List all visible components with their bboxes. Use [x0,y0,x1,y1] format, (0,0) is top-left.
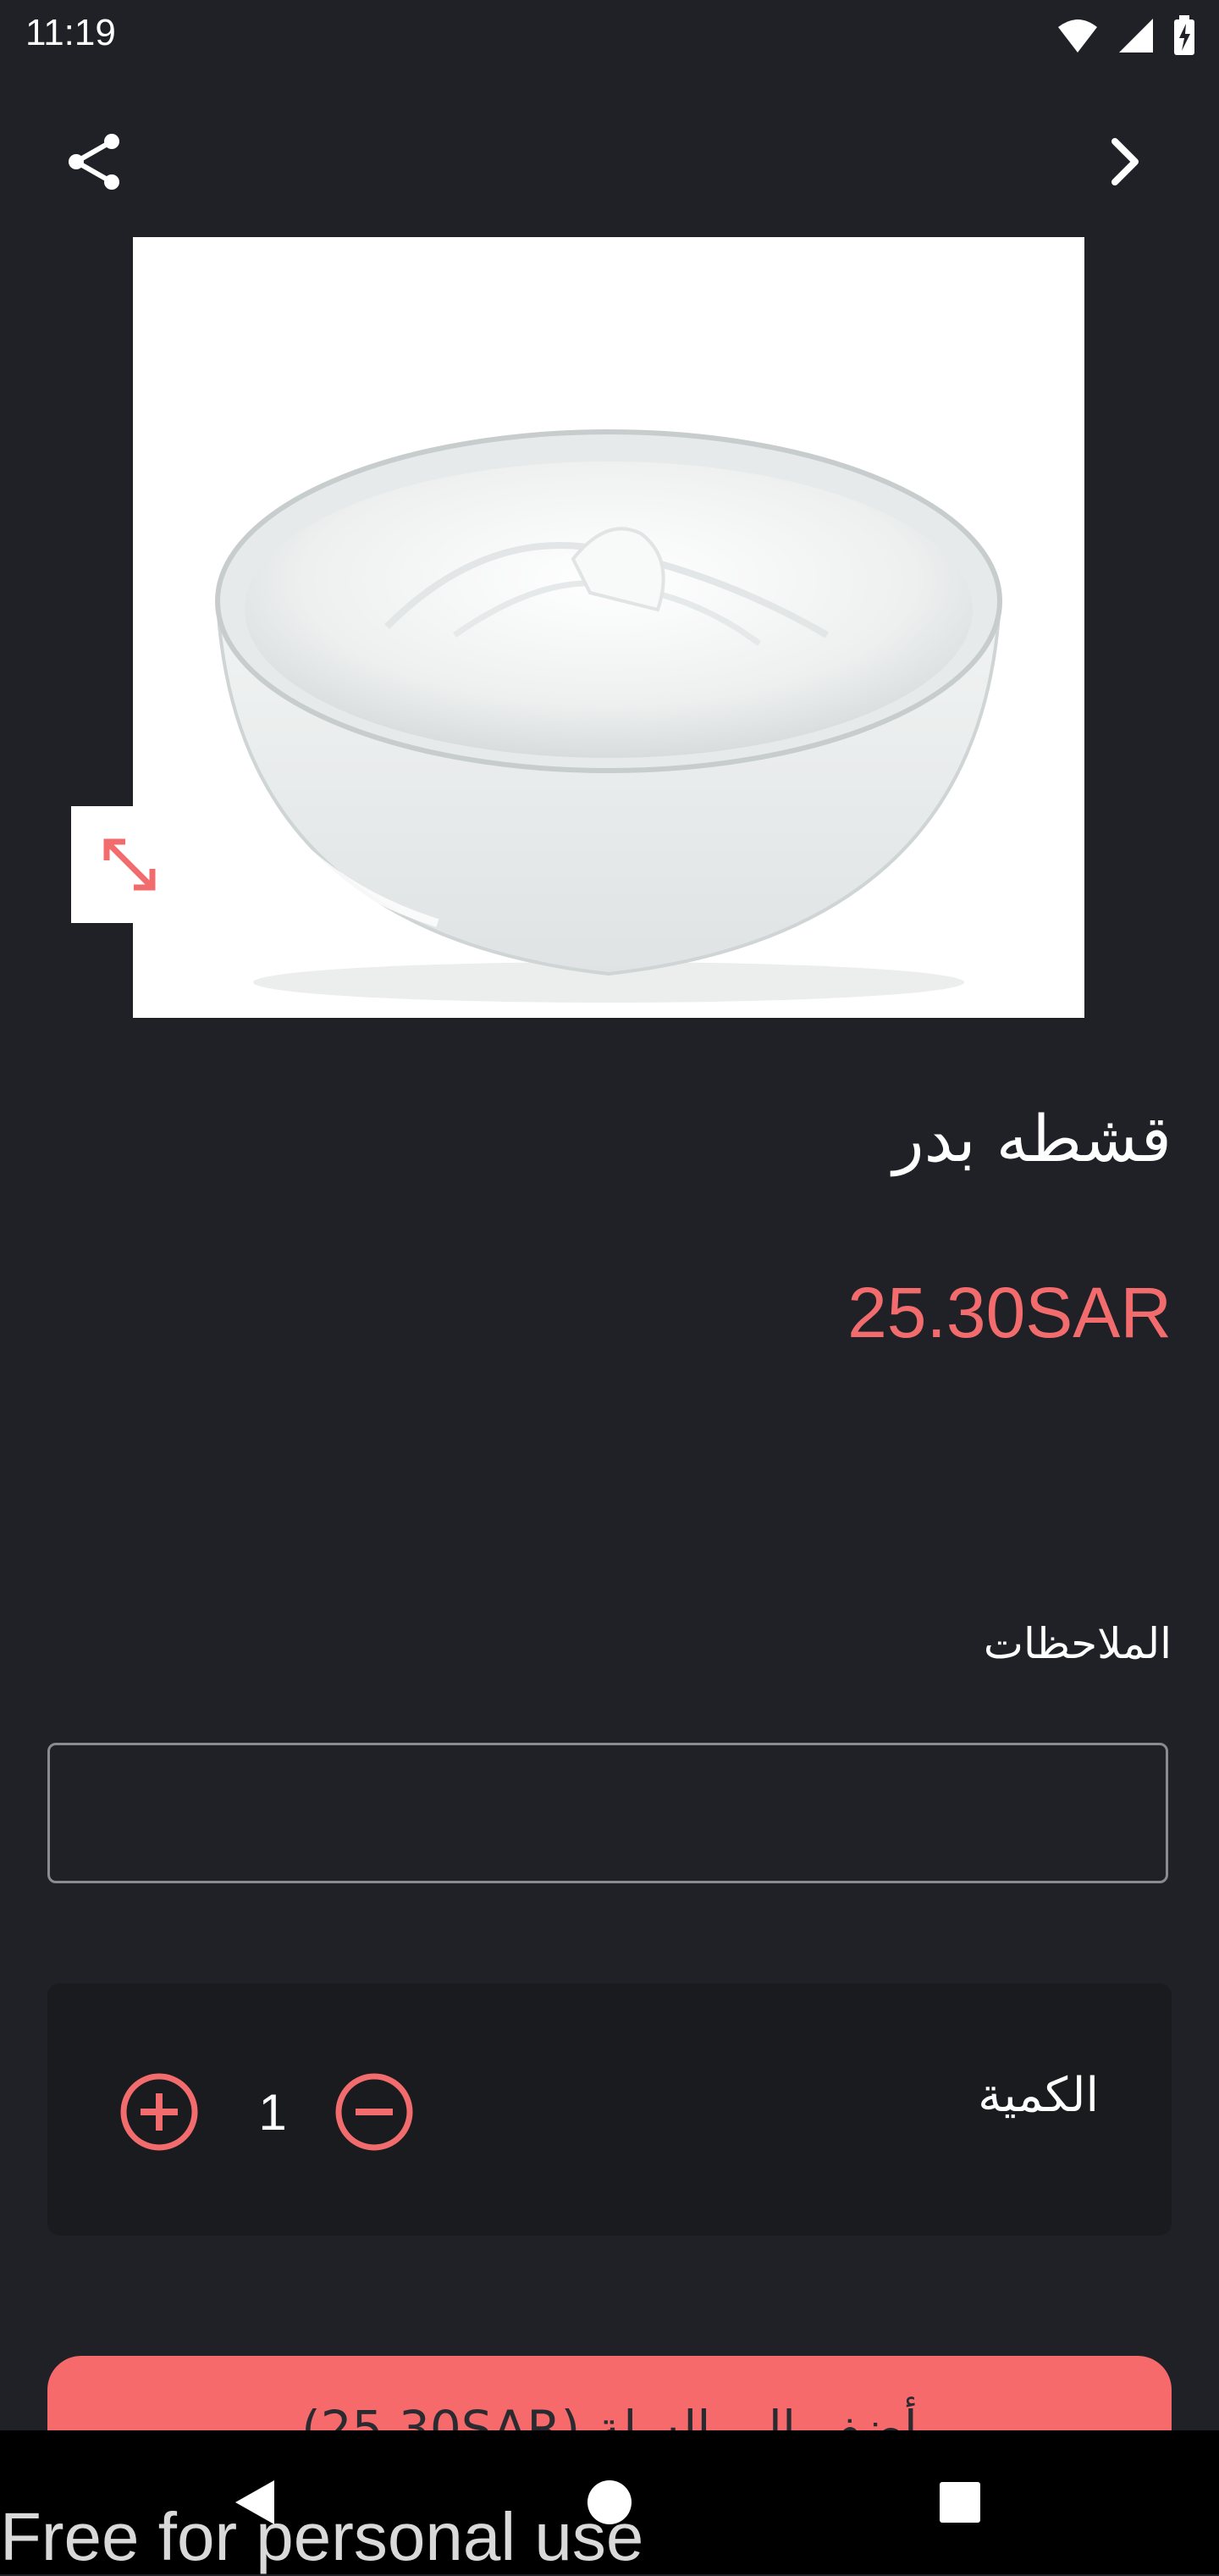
product-price: 25.30SAR [847,1273,1172,1352]
status-icons [1056,15,1195,56]
status-time: 11:19 [25,12,116,53]
cream-bowl-illustration [215,429,1002,1003]
quantity-value: 1 [258,2083,287,2141]
share-button[interactable] [47,115,141,208]
recents-square-icon [940,2482,980,2523]
cellular-signal-icon [1119,19,1153,53]
battery-icon [1174,15,1194,55]
quantity-label: الكمية [978,2068,1099,2123]
status-bar: 11:19 [0,0,1219,73]
forward-button[interactable] [1078,115,1172,208]
wifi-icon [1058,19,1097,53]
watermark-text: Free for personal use [0,2499,644,2574]
expand-icon [103,838,156,891]
product-image[interactable] [133,237,1084,1018]
quantity-stepper: 1 الكمية [47,1983,1172,2236]
notes-input[interactable] [47,1743,1168,1883]
nav-recents-button[interactable] [901,2430,1019,2574]
chevron-right-icon [1111,138,1139,185]
top-app-bar [0,73,1219,237]
minus-circle-icon [335,2073,413,2151]
increase-quantity-button[interactable] [119,2071,200,2153]
plus-circle-icon [120,2073,198,2151]
decrease-quantity-button[interactable] [334,2071,415,2153]
share-icon [69,134,119,190]
expand-image-button[interactable] [71,806,188,923]
product-name: قشطه بدر [892,1101,1172,1176]
notes-label: الملاحظات [983,1619,1172,1668]
